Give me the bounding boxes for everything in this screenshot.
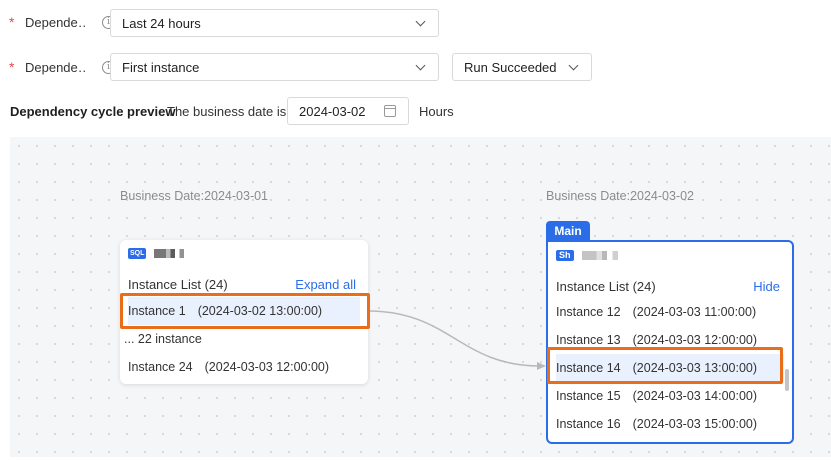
instance-list-title: Instance List (24): [556, 279, 656, 294]
highlight-box: [547, 347, 783, 384]
node-header: Sh: [556, 250, 618, 261]
hide-link[interactable]: Hide: [753, 279, 780, 294]
instance-list-header: Instance List (24) Expand all: [128, 277, 356, 292]
instance-time: (2024-03-03 11:00:00): [632, 305, 757, 319]
node-name-redacted: [581, 251, 618, 260]
instance-name: Instance 16: [556, 417, 621, 431]
main-tab: Main: [546, 221, 590, 240]
instance-list-header: Instance List (24) Hide: [556, 279, 780, 294]
scrollbar[interactable]: [785, 369, 789, 391]
instance-name: Instance 24: [128, 360, 193, 374]
instance-time: (2024-03-03 14:00:00): [632, 389, 758, 403]
instance-name: Instance 12: [556, 305, 621, 319]
instance-name: ... 22 instance: [124, 332, 202, 346]
instance-item[interactable]: Instance 24 (2024-03-03 12:00:00): [128, 353, 360, 381]
instance-time: (2024-03-03 12:00:00): [204, 360, 330, 374]
highlight-box: [120, 293, 370, 329]
instance-time: (2024-03-03 15:00:00): [632, 417, 758, 431]
instance-list-title: Instance List (24): [128, 277, 228, 292]
current-node-card[interactable]: Sh Instance List (24) Hide Instance 12 (…: [546, 240, 794, 444]
expand-all-link[interactable]: Expand all: [295, 277, 356, 292]
instance-name: Instance 13: [556, 333, 621, 347]
instance-name: Instance 15: [556, 389, 621, 403]
instance-item[interactable]: Instance 12 (2024-03-03 11:00:00): [556, 298, 784, 326]
sql-icon: SQL: [128, 248, 147, 259]
node-header: SQL: [128, 248, 185, 259]
instance-item[interactable]: Instance 16 (2024-03-03 15:00:00): [556, 410, 784, 438]
node-name-redacted: [154, 249, 185, 258]
instance-time: (2024-03-03 12:00:00): [632, 333, 758, 347]
shell-icon: Sh: [556, 250, 574, 261]
instance-item[interactable]: Instance 15 (2024-03-03 14:00:00): [556, 382, 784, 410]
collapsed-instances[interactable]: ... 22 instance: [124, 325, 360, 353]
